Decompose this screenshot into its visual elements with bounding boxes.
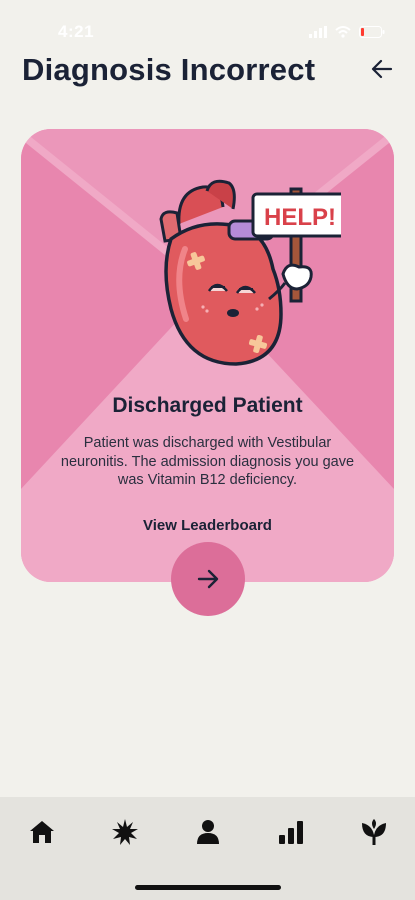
starburst-icon <box>112 819 138 845</box>
home-indicator <box>135 885 281 890</box>
tab-stats[interactable] <box>273 817 309 847</box>
battery-icon <box>359 26 385 38</box>
back-button[interactable] <box>369 56 395 82</box>
card-title: Discharged Patient <box>112 394 303 417</box>
result-card: HELP! Discharged Patient Patient was dis… <box>21 129 394 582</box>
status-time: 4:21 <box>58 22 95 41</box>
bar-chart-icon <box>279 821 303 844</box>
arrow-left-icon <box>371 59 393 79</box>
arrow-right-icon <box>197 569 219 589</box>
wifi-icon <box>335 26 351 38</box>
card-message: Patient was discharged with Vestibular n… <box>60 435 355 488</box>
next-button[interactable] <box>171 542 245 616</box>
tab-home[interactable] <box>24 817 60 847</box>
page-title: Diagnosis Incorrect <box>22 52 316 87</box>
help-sign-text: HELP! <box>264 204 336 231</box>
tab-explore[interactable] <box>107 817 143 847</box>
person-icon <box>197 820 219 844</box>
view-leaderboard-link[interactable]: View Leaderboard <box>21 517 394 534</box>
home-icon <box>30 821 54 843</box>
tab-growth[interactable] <box>356 817 392 847</box>
sprout-icon <box>362 819 386 845</box>
sick-heart-illustration: HELP! <box>159 179 341 366</box>
status-icons <box>309 26 385 38</box>
status-bar: 4:21 <box>0 0 415 50</box>
tab-profile[interactable] <box>190 817 226 847</box>
signal-icon <box>309 26 327 38</box>
